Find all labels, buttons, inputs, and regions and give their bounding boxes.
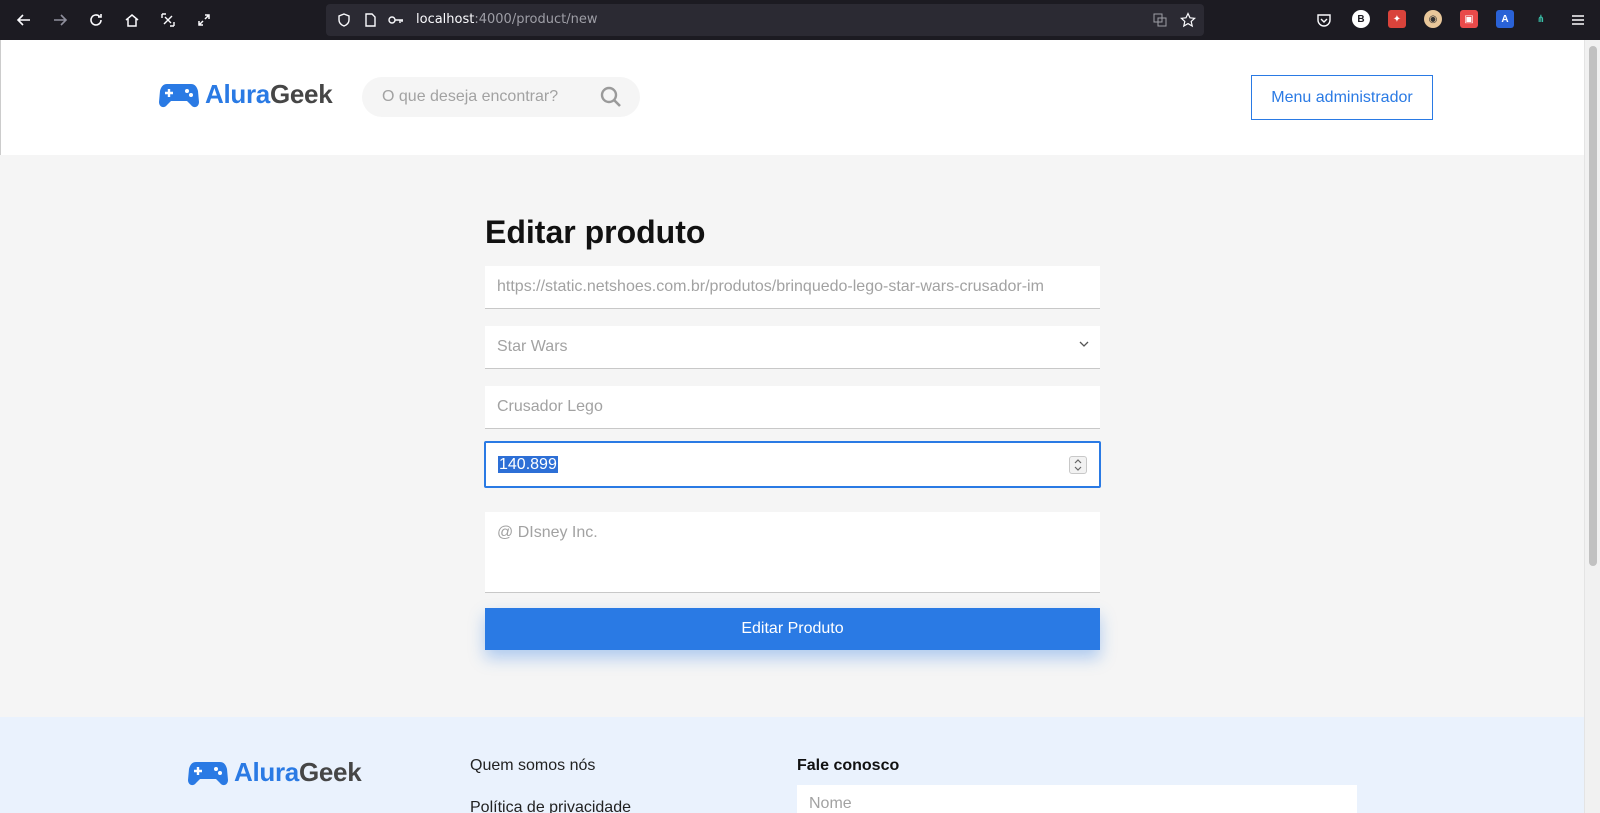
header-logo[interactable]: AluraGeek	[159, 79, 333, 110]
chevron-down-icon	[1079, 341, 1089, 347]
screenshot-icon[interactable]	[156, 8, 180, 32]
product-name-value: Crusador Lego	[497, 398, 603, 415]
site-footer: AluraGeek Quem somos nós Política de pri…	[0, 717, 1584, 813]
search-icon[interactable]	[600, 86, 622, 108]
admin-menu-button[interactable]: Menu administrador	[1251, 75, 1433, 120]
edit-product-button[interactable]: Editar Produto	[485, 608, 1100, 650]
description-value: @ DIsney Inc.	[497, 524, 598, 541]
page-viewport: AluraGeek O que deseja encontrar? Menu a…	[0, 40, 1600, 813]
page-content: AluraGeek O que deseja encontrar? Menu a…	[0, 40, 1584, 813]
menu-icon[interactable]	[1566, 8, 1590, 32]
image-url-value: https://static.netshoes.com.br/produtos/…	[497, 278, 1044, 295]
spinner-arrows-icon	[1074, 459, 1082, 471]
category-select[interactable]: Star Wars	[485, 326, 1100, 369]
bookmark-star-icon[interactable]	[1176, 8, 1200, 32]
forward-icon[interactable]	[48, 8, 72, 32]
gamepad-icon	[188, 761, 228, 785]
gamepad-icon	[159, 83, 199, 107]
home-icon[interactable]	[120, 8, 144, 32]
price-value: 140.899	[498, 456, 558, 473]
search-placeholder: O que deseja encontrar?	[382, 88, 559, 105]
browser-toolbar: localhost:4000/product/new B ✦ ◉ ▣ A ⋔	[0, 0, 1600, 40]
product-name-input[interactable]: Crusador Lego	[485, 386, 1100, 429]
site-header: AluraGeek O que deseja encontrar? Menu a…	[0, 40, 1584, 155]
category-value: Star Wars	[497, 338, 568, 355]
number-spinner[interactable]	[1069, 456, 1087, 474]
price-input[interactable]: 140.899	[484, 441, 1101, 488]
translate-icon[interactable]	[1148, 8, 1172, 32]
shield-icon[interactable]	[332, 8, 356, 32]
contact-name-input[interactable]: Nome	[797, 785, 1357, 813]
extension-doc-icon[interactable]: ▣	[1460, 10, 1478, 28]
footer-link-about[interactable]: Quem somos nós	[470, 757, 595, 775]
back-icon[interactable]	[12, 8, 36, 32]
footer-link-privacy[interactable]: Política de privacidade	[470, 799, 631, 813]
reload-icon[interactable]	[84, 8, 108, 32]
scrollbar[interactable]	[1584, 40, 1600, 813]
extension-face-icon[interactable]: ◉	[1424, 10, 1442, 28]
page-icon	[358, 8, 382, 32]
page-title: Editar produto	[485, 214, 706, 250]
contact-name-placeholder: Nome	[809, 795, 852, 812]
search-input[interactable]: O que deseja encontrar?	[362, 77, 640, 117]
logo-text: AluraGeek	[234, 757, 362, 787]
extension-b-icon[interactable]: B	[1352, 10, 1370, 28]
extension-red-icon[interactable]: ✦	[1388, 10, 1406, 28]
fullscreen-icon[interactable]	[192, 8, 216, 32]
logo-text: AluraGeek	[205, 79, 333, 109]
url-text[interactable]: localhost:4000/product/new	[416, 12, 597, 27]
extension-network-icon[interactable]: ⋔	[1532, 10, 1550, 28]
contact-title: Fale conosco	[797, 757, 900, 774]
pocket-icon[interactable]	[1312, 8, 1336, 32]
image-url-input[interactable]: https://static.netshoes.com.br/produtos/…	[485, 266, 1100, 309]
address-bar[interactable]: localhost:4000/product/new	[326, 4, 1204, 36]
extension-translate-icon[interactable]: A	[1496, 10, 1514, 28]
description-textarea[interactable]: @ DIsney Inc.	[485, 512, 1100, 593]
key-icon[interactable]	[384, 8, 408, 32]
footer-logo[interactable]: AluraGeek	[188, 757, 362, 788]
scroll-thumb[interactable]	[1589, 46, 1597, 566]
